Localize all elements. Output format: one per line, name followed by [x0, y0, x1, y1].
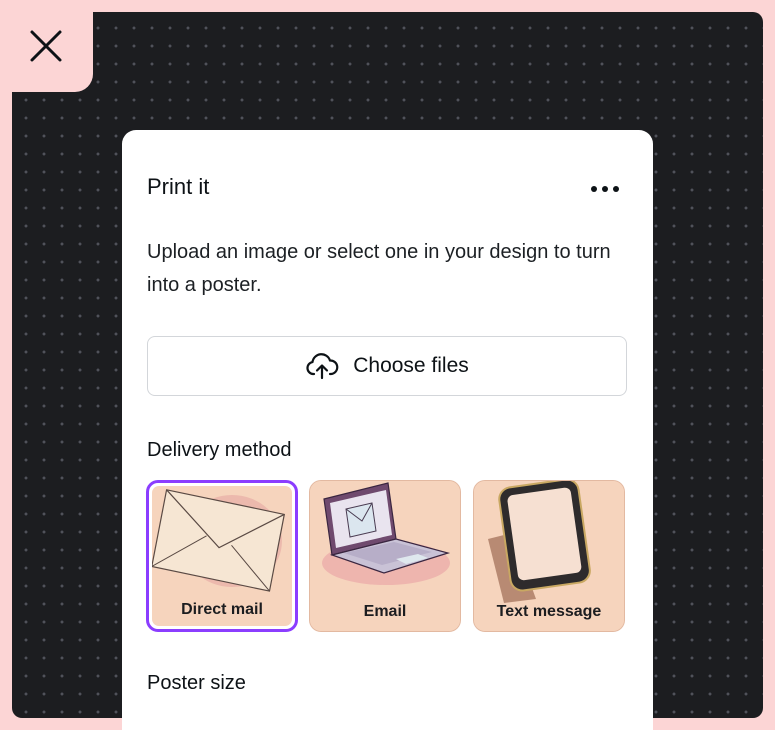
direct-mail-label: Direct mail [181, 601, 263, 618]
cloud-upload-icon [306, 353, 339, 380]
more-options-button[interactable] [585, 174, 625, 204]
delivery-method-label: Delivery method [147, 439, 292, 461]
close-tab [0, 0, 93, 92]
panel-description: Upload an image or select one in your de… [147, 241, 611, 296]
direct-mail-card-bg: Direct mail [152, 486, 292, 626]
more-horizontal-icon [591, 186, 619, 192]
close-button[interactable] [26, 26, 66, 66]
text-message-card-bg: Text message [474, 481, 624, 631]
delivery-option-text-message[interactable]: Text message [473, 480, 625, 632]
choose-files-button[interactable]: Choose files [147, 336, 627, 396]
delivery-option-direct-mail[interactable]: Direct mail [146, 480, 298, 632]
text-message-label: Text message [496, 603, 602, 620]
close-icon [30, 30, 62, 62]
print-panel: Print it Upload an image or select one i… [122, 130, 653, 730]
poster-size-label: Poster size [147, 672, 246, 694]
delivery-option-email[interactable]: Email [309, 480, 461, 632]
panel-title: Print it [147, 174, 210, 199]
email-label: Email [363, 603, 407, 620]
email-card-bg: Email [310, 481, 460, 631]
choose-files-label: Choose files [353, 354, 469, 377]
